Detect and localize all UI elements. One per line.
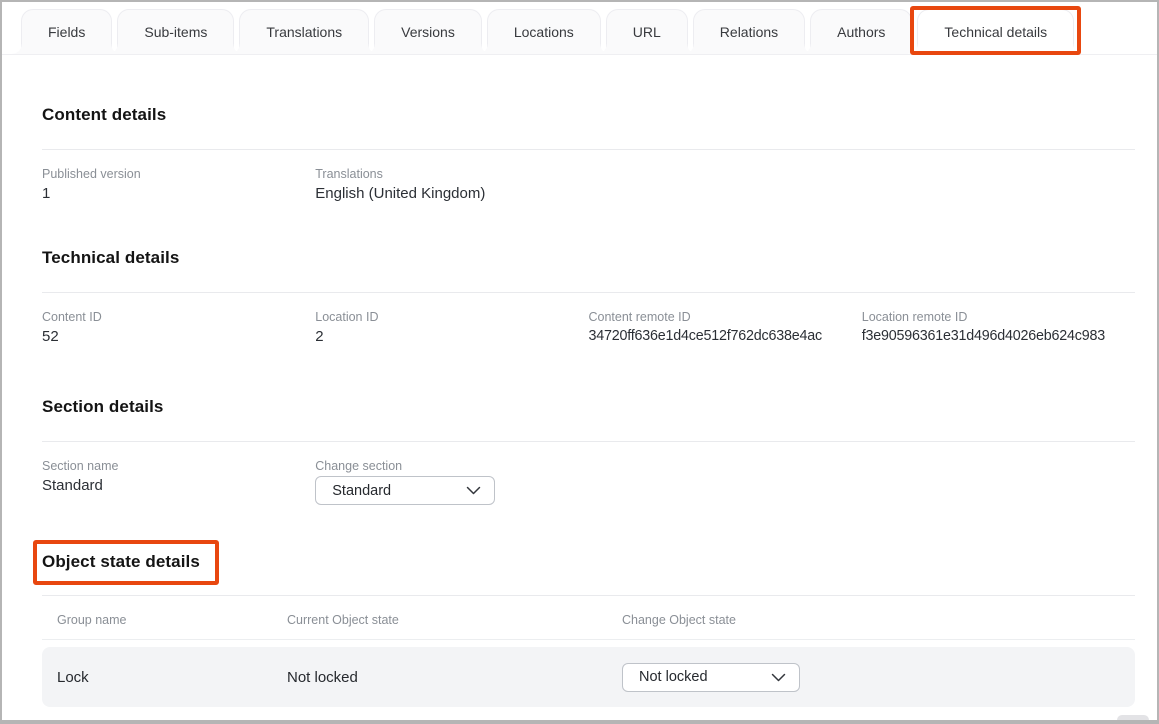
content-details-heading: Content details bbox=[42, 105, 1135, 125]
chevron-down-icon bbox=[771, 673, 786, 682]
tab-label: Relations bbox=[720, 24, 778, 40]
tab-label: Versions bbox=[401, 24, 455, 40]
tab-technical-details[interactable]: Technical details bbox=[917, 9, 1074, 54]
field-translations: Translations English (United Kingdom) bbox=[315, 150, 588, 202]
field-value: 52 bbox=[42, 328, 315, 345]
tab-label: Translations bbox=[266, 24, 342, 40]
object-state-table: Group name Current Object state Change O… bbox=[42, 596, 1135, 707]
tab-sub-items[interactable]: Sub-items bbox=[117, 9, 234, 54]
scroll-edge-artifact bbox=[1117, 715, 1149, 722]
content-details-fields: Published version 1 Translations English… bbox=[42, 150, 1135, 202]
tab-versions[interactable]: Versions bbox=[374, 9, 482, 54]
tab-content: Content details Published version 1 Tran… bbox=[2, 105, 1157, 707]
section-details-fields: Section name Standard Change section Sta… bbox=[42, 442, 1135, 505]
column-header-group-name: Group name bbox=[57, 596, 287, 639]
section-details-heading: Section details bbox=[42, 397, 1135, 417]
table-row: Lock Not locked Not locked bbox=[42, 647, 1135, 707]
tab-label: Authors bbox=[837, 24, 885, 40]
field-section-name: Section name Standard bbox=[42, 442, 315, 505]
technical-details-fields: Content ID 52 Location ID 2 Content remo… bbox=[42, 293, 1135, 345]
field-location-remote-id: Location remote ID f3e90596361e31d496d40… bbox=[862, 293, 1135, 345]
field-label: Change section bbox=[315, 459, 588, 473]
field-content-id: Content ID 52 bbox=[42, 293, 315, 345]
tab-label: Fields bbox=[48, 24, 85, 40]
field-value: 2 bbox=[315, 328, 588, 345]
tab-bar: Fields Sub-items Translations Versions L… bbox=[2, 2, 1157, 55]
field-value: Standard bbox=[42, 477, 315, 494]
change-section-select[interactable]: Standard bbox=[315, 476, 495, 505]
divider bbox=[42, 639, 1135, 640]
field-label: Section name bbox=[42, 459, 315, 473]
field-label: Translations bbox=[315, 167, 588, 181]
cell-group-name: Lock bbox=[57, 669, 287, 686]
technical-details-heading: Technical details bbox=[42, 248, 1135, 268]
field-published-version: Published version 1 bbox=[42, 150, 315, 202]
tab-url[interactable]: URL bbox=[606, 9, 688, 54]
technical-details-page: Fields Sub-items Translations Versions L… bbox=[0, 0, 1159, 724]
field-value: English (United Kingdom) bbox=[315, 185, 588, 202]
tab-locations[interactable]: Locations bbox=[487, 9, 601, 54]
field-content-remote-id: Content remote ID 34720ff636e1d4ce512f76… bbox=[589, 293, 862, 345]
field-label: Location remote ID bbox=[862, 310, 1135, 324]
column-header-change-object-state: Change Object state bbox=[622, 596, 1135, 639]
field-value: f3e90596361e31d496d4026eb624c983 bbox=[862, 328, 1135, 344]
selected-option: Standard bbox=[332, 483, 391, 499]
tab-label: Technical details bbox=[944, 24, 1047, 40]
column-header-current-object-state: Current Object state bbox=[287, 596, 622, 639]
selected-option: Not locked bbox=[639, 669, 708, 685]
tab-fields[interactable]: Fields bbox=[21, 9, 112, 54]
field-value: 34720ff636e1d4ce512f762dc638e4ac bbox=[589, 328, 862, 344]
cell-current-object-state: Not locked bbox=[287, 669, 622, 686]
tab-label: Sub-items bbox=[144, 24, 207, 40]
field-change-section: Change section Standard bbox=[315, 442, 588, 505]
field-location-id: Location ID 2 bbox=[315, 293, 588, 345]
field-label: Published version bbox=[42, 167, 315, 181]
annotation-highlight-box: Object state details bbox=[33, 540, 219, 585]
tab-relations[interactable]: Relations bbox=[693, 9, 805, 54]
tab-translations[interactable]: Translations bbox=[239, 9, 369, 54]
tab-label: Locations bbox=[514, 24, 574, 40]
field-value: 1 bbox=[42, 185, 315, 202]
tab-label: URL bbox=[633, 24, 661, 40]
field-label: Content ID bbox=[42, 310, 315, 324]
field-label: Location ID bbox=[315, 310, 588, 324]
change-object-state-select[interactable]: Not locked bbox=[622, 663, 800, 692]
object-state-details-heading: Object state details bbox=[42, 552, 200, 572]
tab-authors[interactable]: Authors bbox=[810, 9, 912, 54]
chevron-down-icon bbox=[466, 486, 481, 495]
field-label: Content remote ID bbox=[589, 310, 862, 324]
table-header-row: Group name Current Object state Change O… bbox=[42, 596, 1135, 639]
